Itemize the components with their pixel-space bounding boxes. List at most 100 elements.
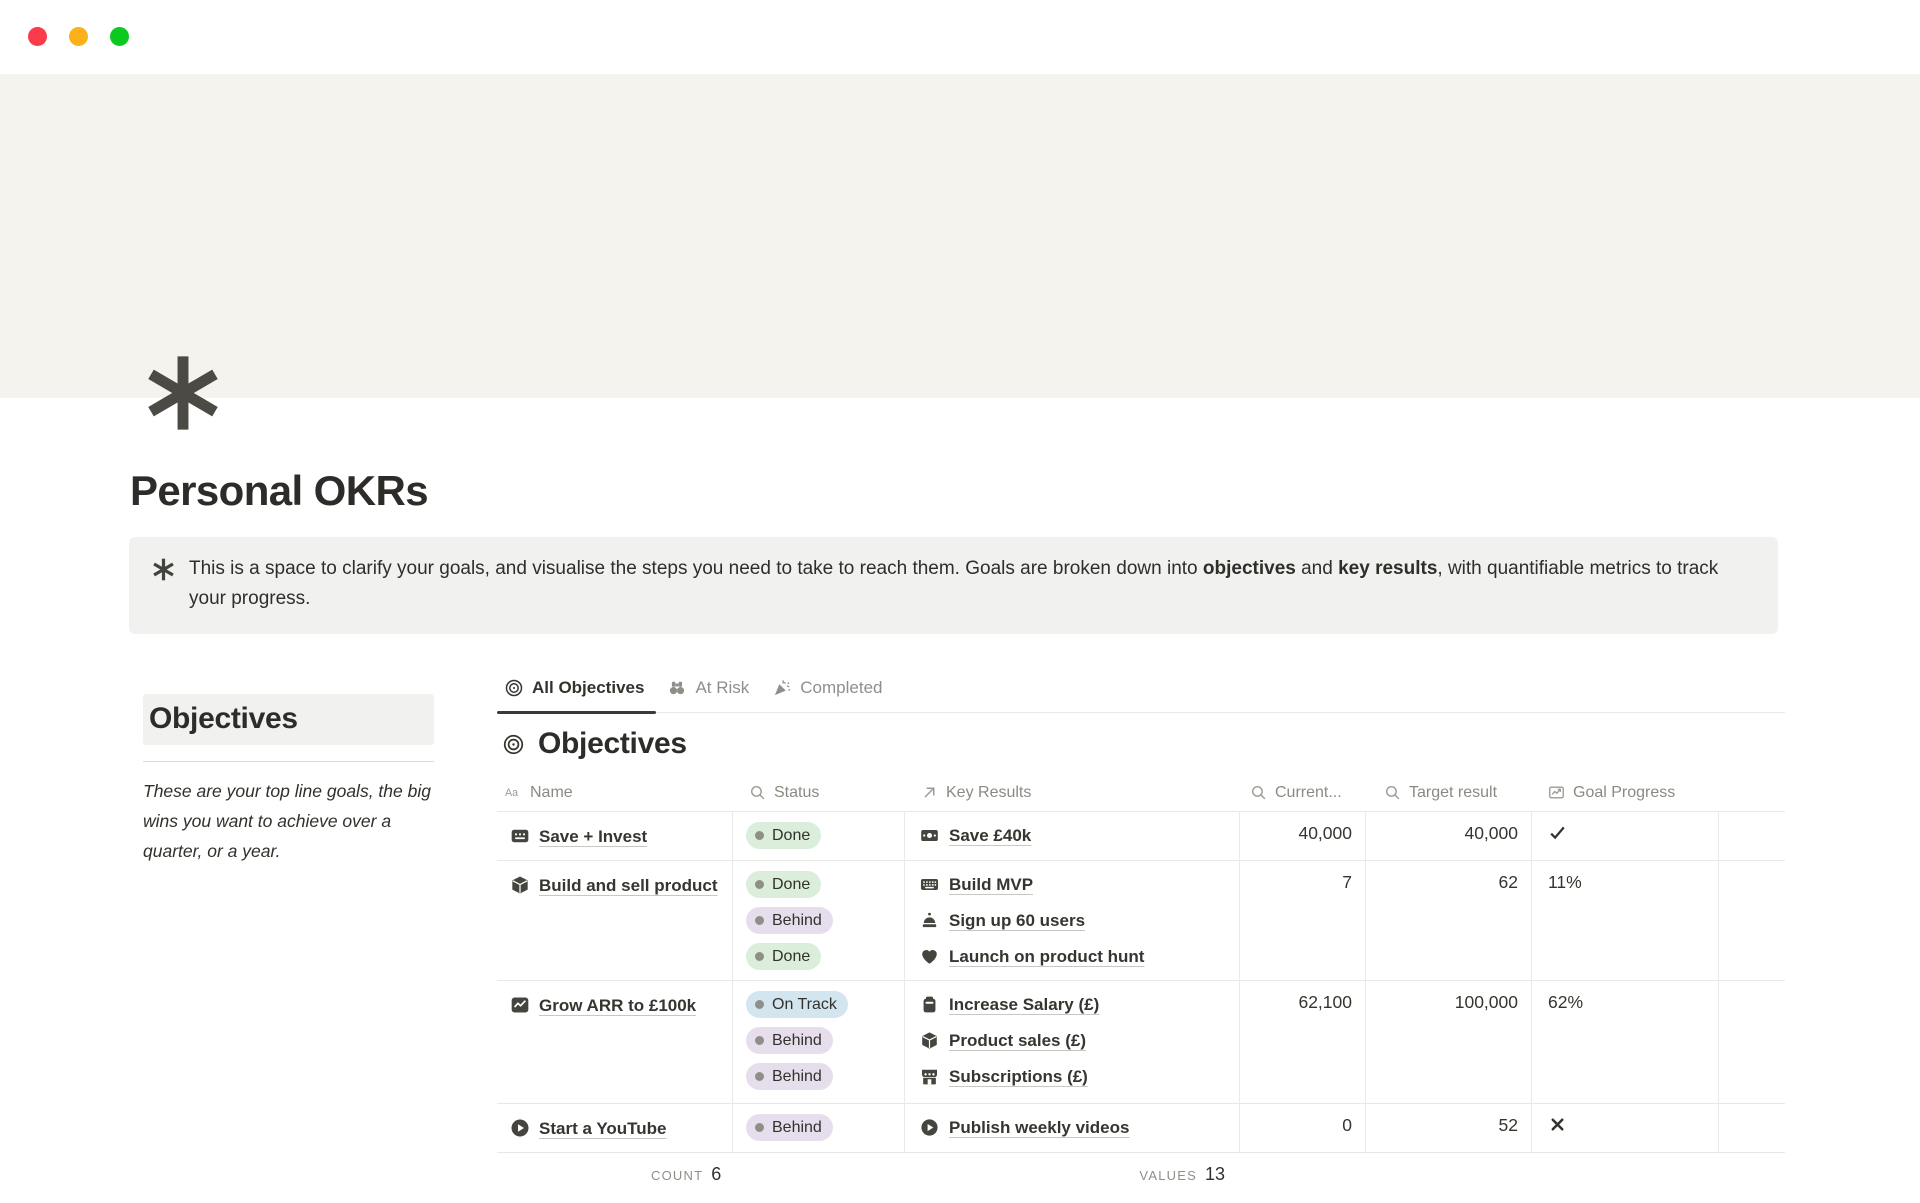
current-result-cell[interactable]: 62,100: [1240, 981, 1366, 1103]
key-results-cell[interactable]: Increase Salary (£) Product sales (£) Subs…: [905, 981, 1240, 1103]
asterisk-page-icon[interactable]: [144, 354, 222, 432]
status-label: Done: [772, 948, 810, 966]
keyboard-icon: [920, 875, 939, 894]
callout-text-segment: This is a space to clarify your goals, a…: [189, 558, 1203, 579]
status-pill-done[interactable]: Done: [746, 822, 821, 849]
status-dot: [755, 1123, 764, 1132]
column-header-key-results[interactable]: Key Results: [905, 774, 1240, 811]
table-group-heading: Objectives: [497, 713, 1785, 774]
key-results-cell[interactable]: Save £40k: [905, 812, 1240, 860]
status-dot: [755, 1072, 764, 1081]
current-result-cell[interactable]: 0: [1240, 1104, 1366, 1152]
count-aggregate[interactable]: COUNT 6: [651, 1164, 721, 1185]
count-value: 6: [711, 1164, 721, 1185]
key-result: Product sales (£): [920, 1027, 1239, 1054]
status-dot: [755, 916, 764, 925]
bag-icon: [920, 995, 939, 1014]
key-result-link[interactable]: Publish weekly videos: [949, 1114, 1129, 1141]
status-pill-behind[interactable]: Behind: [746, 1027, 833, 1054]
column-header-label: Status: [774, 784, 819, 802]
tab-all-objectives[interactable]: All Objectives: [497, 668, 656, 712]
column-header-label: Target result: [1409, 784, 1497, 802]
status-cell[interactable]: On Track Behind Behind: [733, 981, 905, 1103]
status-pill-behind[interactable]: Behind: [746, 1114, 833, 1141]
key-result: Subscriptions (£): [920, 1063, 1239, 1090]
tab-label: All Objectives: [532, 678, 644, 698]
x-mark-icon: [1548, 1115, 1567, 1134]
target-result-cell[interactable]: 62: [1366, 861, 1532, 980]
callout-text-segment: and: [1296, 558, 1338, 579]
goal-progress-cell[interactable]: [1532, 812, 1719, 860]
callout-text: This is a space to clarify your goals, a…: [189, 554, 1754, 614]
status-dot: [755, 952, 764, 961]
column-header-target-result[interactable]: Target result: [1366, 774, 1532, 811]
column-header-name[interactable]: AaName: [497, 774, 733, 811]
column-header-label: Current...: [1275, 784, 1342, 802]
check-icon: [1548, 823, 1567, 842]
objective-name-link[interactable]: Save + Invest: [539, 827, 647, 846]
key-result-link[interactable]: Sign up 60 users: [949, 907, 1085, 934]
objective-name-cell[interactable]: Save + Invest: [497, 812, 733, 860]
status-cell[interactable]: Behind: [733, 1104, 905, 1152]
objectives-sidebar: Objectives These are your top line goals…: [143, 694, 434, 866]
values-aggregate[interactable]: VALUES 13: [905, 1164, 1225, 1185]
key-result-link[interactable]: Product sales (£): [949, 1027, 1086, 1054]
target-result-cell[interactable]: 100,000: [1366, 981, 1532, 1103]
status-pill-on-track[interactable]: On Track: [746, 991, 848, 1018]
goal-progress-cell[interactable]: 62%: [1532, 981, 1719, 1103]
column-header-label: Goal Progress: [1573, 784, 1675, 802]
column-header-goal-progress[interactable]: Goal Progress: [1532, 774, 1719, 811]
tab-at-risk[interactable]: At Risk: [656, 668, 761, 712]
objective-name-link[interactable]: Build and sell product: [539, 876, 718, 895]
status-pill-done[interactable]: Done: [746, 871, 821, 898]
objective-name-cell[interactable]: Build and sell product: [497, 861, 733, 980]
status-label: Behind: [772, 1119, 822, 1137]
objective-name-cell[interactable]: Start a YouTube: [497, 1104, 733, 1152]
current-result-cell[interactable]: 40,000: [1240, 812, 1366, 860]
key-result-link[interactable]: Build MVP: [949, 871, 1033, 898]
key-result-link[interactable]: Increase Salary (£): [949, 991, 1099, 1018]
key-results-cell[interactable]: Publish weekly videos: [905, 1104, 1240, 1152]
svg-text:Aa: Aa: [505, 787, 518, 799]
table-row: Build and sell product Done Behind Done Buil…: [497, 861, 1785, 981]
key-result-link[interactable]: Launch on product hunt: [949, 943, 1144, 970]
status-dot: [755, 880, 764, 889]
objective-name-link[interactable]: Grow ARR to £100k: [539, 996, 696, 1015]
key-result-link[interactable]: Subscriptions (£): [949, 1063, 1088, 1090]
close-window-button[interactable]: [28, 27, 47, 46]
status-label: Done: [772, 876, 810, 894]
empty-cell: [1719, 981, 1785, 1103]
package-icon: [510, 875, 530, 895]
tab-completed[interactable]: Completed: [761, 668, 894, 712]
current-result-cell[interactable]: 7: [1240, 861, 1366, 980]
goal-progress-cell[interactable]: [1532, 1104, 1719, 1152]
target-result-cell[interactable]: 52: [1366, 1104, 1532, 1152]
minimize-window-button[interactable]: [69, 27, 88, 46]
table-group-title: Objectives: [538, 727, 687, 761]
table-body: Save + InvestDoneSave £40k40,00040,000Bu…: [497, 812, 1785, 1153]
status-pill-done[interactable]: Done: [746, 943, 821, 970]
key-results-cell[interactable]: Build MVP Sign up 60 users Launch on produ…: [905, 861, 1240, 980]
key-result: Launch on product hunt: [920, 943, 1239, 970]
table-header-row: AaName Status Key Results Current... Target …: [497, 774, 1785, 812]
objective-name-link[interactable]: Start a YouTube: [539, 1119, 667, 1138]
status-cell[interactable]: Done: [733, 812, 905, 860]
status-cell[interactable]: Done Behind Done: [733, 861, 905, 980]
callout-text-segment: key results: [1338, 558, 1437, 579]
goal-progress-cell[interactable]: 11%: [1532, 861, 1719, 980]
key-result: Save £40k: [920, 822, 1239, 849]
target-result-cell[interactable]: 40,000: [1366, 812, 1532, 860]
status-pill-behind[interactable]: Behind: [746, 1063, 833, 1090]
status-pill-behind[interactable]: Behind: [746, 907, 833, 934]
tab-label: Completed: [800, 678, 882, 698]
status-label: Behind: [772, 1032, 822, 1050]
goal-progress-value: 62%: [1548, 992, 1583, 1012]
bell-icon: [920, 911, 939, 930]
column-header-current[interactable]: Current...: [1240, 774, 1366, 811]
key-result-link[interactable]: Save £40k: [949, 822, 1031, 849]
objective-name-cell[interactable]: Grow ARR to £100k: [497, 981, 733, 1103]
zoom-window-button[interactable]: [110, 27, 129, 46]
search-icon: [1384, 784, 1401, 801]
empty-cell: [1719, 861, 1785, 980]
column-header-status[interactable]: Status: [733, 774, 905, 811]
